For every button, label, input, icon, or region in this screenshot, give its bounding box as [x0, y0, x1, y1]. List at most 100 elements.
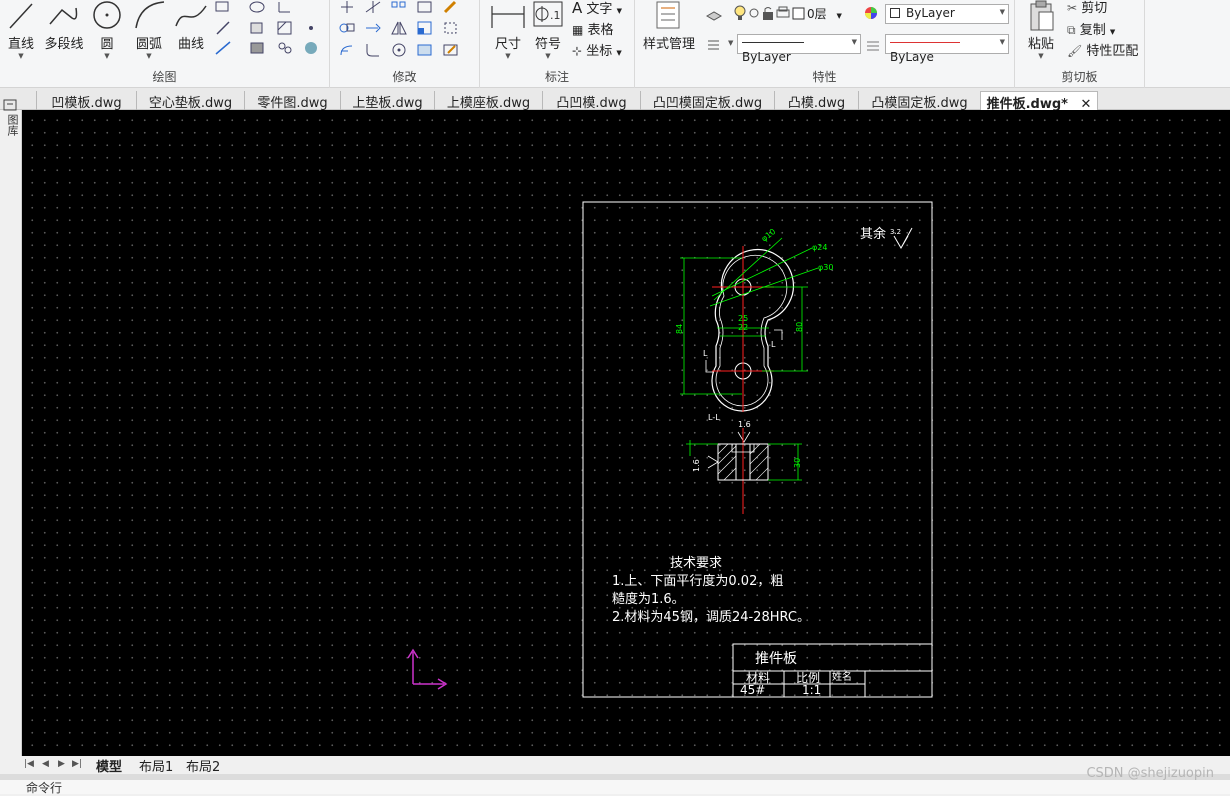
coordinate-button[interactable]: ⊹ 坐标 ▼	[572, 40, 622, 59]
document-tab[interactable]: 凸模.dwg	[774, 91, 858, 111]
hatch-icon[interactable]	[276, 20, 294, 36]
edit-icon[interactable]	[442, 42, 460, 58]
drawing-canvas[interactable]: 其余 3.2 φ10 φ24 φ30 25 22 84 80 L L L-L 1…	[22, 110, 1230, 756]
linetype-sample	[742, 42, 804, 43]
layer-select[interactable]: 0层 ▼	[807, 5, 842, 22]
text-button[interactable]: A 文字 ▼	[572, 0, 622, 17]
move-icon[interactable]	[338, 0, 356, 16]
ray-icon[interactable]	[214, 40, 232, 56]
chevron-down-icon: ▼	[616, 49, 622, 57]
library-label[interactable]: 图库	[4, 114, 20, 136]
polyline-button[interactable]: 多段线	[42, 0, 86, 52]
pie-icon[interactable]	[302, 40, 320, 56]
chevron-down-icon[interactable]: ▼	[728, 39, 733, 47]
lineweight-sample	[890, 42, 960, 43]
rectangle-icon[interactable]	[214, 0, 232, 16]
copy-object-icon[interactable]	[338, 20, 356, 36]
command-line[interactable]: 命令行	[0, 780, 1230, 795]
document-tab[interactable]: 凸模固定板.dwg	[858, 91, 980, 111]
block-icon[interactable]	[248, 40, 266, 56]
section-dimensions	[686, 440, 802, 481]
stretch-icon[interactable]	[416, 0, 434, 16]
extend-icon[interactable]	[364, 20, 382, 36]
list-icon[interactable]	[705, 36, 723, 52]
cloud-icon[interactable]	[276, 40, 294, 56]
color-wheel-icon[interactable]	[863, 5, 881, 21]
explode-icon[interactable]	[442, 20, 460, 36]
ucs-icon	[407, 648, 448, 690]
rotate-icon[interactable]	[390, 42, 408, 58]
region-icon[interactable]	[248, 20, 266, 36]
layer-state-icon[interactable]	[705, 6, 723, 22]
chevron-down-icon: ▼	[999, 8, 1005, 16]
document-tab[interactable]: 凸凹模固定板.dwg	[640, 91, 774, 111]
copy-button[interactable]: ⧉ 复制 ▼	[1067, 19, 1115, 38]
ribbon: 直线 ▼ 多段线 圆 ▼ 圆弧 ▼ 曲线 绘图 修改 尺寸 ▼ .1 符号 ▼ …	[0, 0, 1230, 88]
point-icon[interactable]	[302, 20, 320, 36]
erase-icon[interactable]	[442, 0, 460, 16]
table-button[interactable]: ▦ 表格	[572, 19, 614, 38]
document-tab[interactable]: 凸凹模.dwg	[542, 91, 640, 111]
library-icon[interactable]	[1, 98, 21, 112]
document-tab[interactable]: 零件图.dwg	[244, 91, 340, 111]
style-manager-label: 样式管理	[642, 37, 695, 52]
linetype-combo[interactable]: ByLayer ▼	[737, 34, 861, 64]
chamfer-icon[interactable]	[416, 42, 434, 58]
copy-icon: ⧉	[1067, 23, 1076, 37]
symbol-label: 符号	[534, 37, 561, 52]
line-label: 直线	[7, 37, 34, 52]
dimension-icon	[491, 6, 525, 28]
scale-icon[interactable]	[416, 20, 434, 36]
arc-icon	[135, 1, 165, 29]
paste-button[interactable]: 粘贴 ▼	[1021, 0, 1061, 60]
offset-icon[interactable]	[338, 42, 356, 58]
array-icon[interactable]	[390, 0, 408, 16]
document-tab[interactable]: 凹模板.dwg	[36, 91, 136, 111]
title-block-part-name: 推件板	[755, 651, 797, 667]
dimension-button[interactable]: 尺寸 ▼	[484, 0, 532, 60]
layout-tab-model[interactable]: 模型	[96, 756, 122, 775]
drawing-svg: 其余 3.2 φ10 φ24 φ30 25 22 84 80 L L L-L 1…	[407, 201, 933, 698]
symbol-button[interactable]: .1 符号 ▼	[528, 0, 568, 60]
curve-label: 曲线	[177, 37, 204, 52]
lineweight-combo[interactable]: ByLaye ▼	[885, 34, 1009, 64]
chevron-down-icon: ▼	[836, 12, 842, 20]
next-layout-icon[interactable]: ▶	[58, 759, 65, 769]
mirror-icon[interactable]	[390, 20, 408, 36]
circle-button[interactable]: 圆 ▼	[86, 0, 128, 60]
scissors-icon: ✂	[1067, 1, 1078, 15]
ellipse-icon[interactable]	[248, 0, 266, 16]
prev-layout-icon[interactable]: ◀	[42, 759, 49, 769]
arc-label: 圆弧	[135, 37, 162, 52]
trim-icon[interactable]	[364, 0, 382, 16]
match-properties-button[interactable]: 🖌 特性匹配	[1067, 40, 1138, 59]
document-tab[interactable]: 上模座板.dwg	[434, 91, 542, 111]
layout-tab-2[interactable]: 布局2	[186, 756, 220, 775]
fillet-icon[interactable]	[364, 42, 382, 58]
title-block-scale: 1:1	[802, 683, 821, 697]
circle-icon	[93, 1, 121, 29]
document-tab[interactable]: 空心垫板.dwg	[136, 91, 244, 111]
curve-button[interactable]: 曲线	[170, 0, 212, 52]
style-manager-button[interactable]: 样式管理	[639, 0, 699, 52]
match-label: 特性匹配	[1086, 44, 1139, 59]
angle-icon[interactable]	[276, 0, 294, 16]
layout-tab-1[interactable]: 布局1	[139, 756, 173, 775]
last-layout-icon[interactable]: ▶|	[72, 759, 82, 769]
properties-panel-title: 特性	[812, 70, 837, 84]
construction-line-icon[interactable]	[214, 20, 232, 36]
surface-side-value: 1.6	[692, 459, 701, 472]
document-tab-active[interactable]: 推件板.dwg* ✕	[980, 91, 1098, 112]
color-combo[interactable]: ByLayer ▼	[885, 4, 1009, 24]
arc-button[interactable]: 圆弧 ▼	[128, 0, 170, 60]
annotate-panel: 尺寸 ▼ .1 符号 ▼ A 文字 ▼ ▦ 表格 ⊹ 坐标 ▼ 标注	[480, 0, 635, 88]
section-mark-left: L	[703, 349, 708, 358]
lineweight-icon[interactable]	[865, 38, 883, 54]
line-button[interactable]: 直线 ▼	[0, 0, 42, 60]
document-tab[interactable]: 上垫板.dwg	[340, 91, 434, 111]
draw-panel: 直线 ▼ 多段线 圆 ▼ 圆弧 ▼ 曲线 绘图	[0, 0, 330, 88]
first-layout-icon[interactable]: |◀	[24, 759, 34, 769]
section-mark-right: L	[771, 340, 776, 349]
cut-button[interactable]: ✂ 剪切	[1067, 0, 1107, 16]
dim-d1: φ10	[760, 227, 778, 244]
